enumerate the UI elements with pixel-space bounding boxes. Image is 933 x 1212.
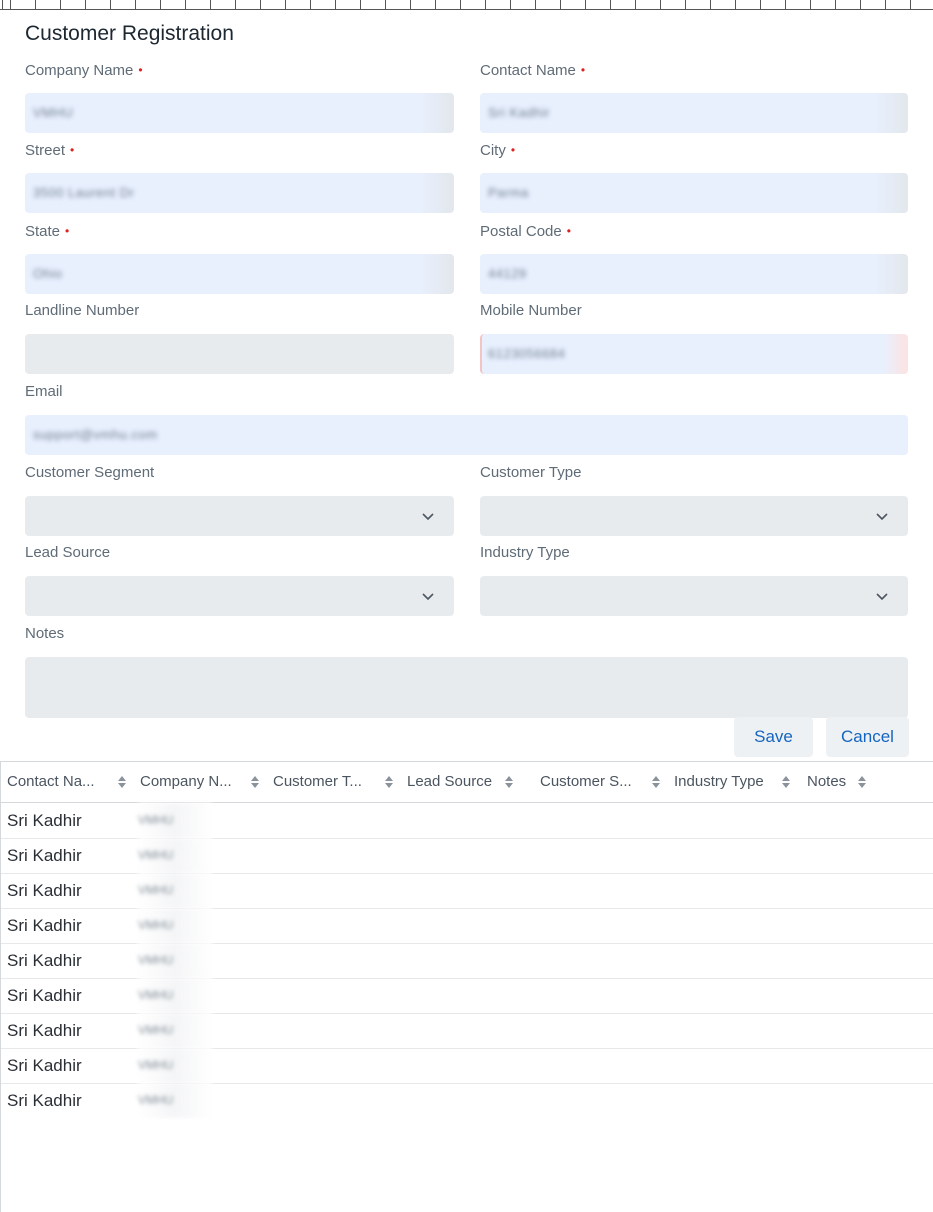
cell-company-name: VMHU: [138, 1048, 212, 1083]
save-button[interactable]: Save: [734, 717, 813, 757]
mobile-number-label: Mobile Number: [480, 302, 582, 319]
column-header-lead-source[interactable]: Lead Source: [407, 762, 532, 802]
cell-company-name: VMHU: [138, 1083, 212, 1118]
sort-icon[interactable]: [651, 774, 661, 790]
company-name-field: Company Name • VMHU: [25, 60, 454, 133]
company-name-input[interactable]: [25, 93, 454, 133]
company-name-label: Company Name: [25, 62, 134, 79]
table-row[interactable]: Sri Kadhir VMHU: [1, 1083, 933, 1118]
cell-contact-name: Sri Kadhir: [7, 916, 82, 935]
table-row[interactable]: Sri Kadhir VMHU: [1, 873, 933, 909]
sort-icon[interactable]: [857, 774, 867, 790]
grid-header: Contact Na... Company N... Customer T...…: [1, 762, 933, 803]
landline-number-label: Landline Number: [25, 302, 140, 319]
contact-name-input[interactable]: [480, 93, 908, 133]
column-header-company-name[interactable]: Company N...: [140, 762, 265, 802]
email-input[interactable]: [25, 415, 908, 455]
table-row[interactable]: Sri Kadhir VMHU: [1, 908, 933, 944]
contact-name-field: Contact Name • Sri Kadhir: [480, 60, 908, 133]
customer-segment-label: Customer Segment: [25, 464, 155, 481]
column-header-industry-type[interactable]: Industry Type: [674, 762, 799, 802]
required-marker: •: [580, 63, 586, 77]
sort-icon[interactable]: [504, 774, 514, 790]
cell-company-name: VMHU: [138, 943, 212, 978]
sort-icon[interactable]: [117, 774, 127, 790]
street-input[interactable]: [25, 173, 454, 213]
required-marker: •: [65, 224, 70, 238]
cancel-button[interactable]: Cancel: [826, 717, 909, 757]
cell-company-name: VMHU: [138, 908, 212, 943]
cell-contact-name: Sri Kadhir: [7, 1091, 82, 1110]
top-ruler: [0, 0, 933, 10]
lead-source-select[interactable]: [25, 576, 454, 616]
lead-source-label: Lead Source: [25, 544, 111, 561]
city-field: City • Parma: [480, 140, 908, 213]
chevron-down-icon: [422, 593, 434, 601]
required-marker: •: [70, 143, 75, 157]
city-input[interactable]: [480, 173, 908, 213]
lead-source-field: Lead Source: [25, 543, 454, 616]
column-header-contact-name[interactable]: Contact Na...: [7, 762, 132, 802]
cell-company-name: VMHU: [138, 803, 212, 838]
customer-type-label: Customer Type: [480, 464, 582, 481]
chevron-down-icon: [876, 593, 888, 601]
required-marker: •: [138, 63, 143, 77]
table-row[interactable]: Sri Kadhir VMHU: [1, 1013, 933, 1049]
cell-company-name: VMHU: [138, 1013, 212, 1048]
cell-company-name: VMHU: [138, 978, 212, 1013]
postal-code-label: Postal Code: [480, 223, 562, 240]
cell-contact-name: Sri Kadhir: [7, 811, 82, 830]
street-field: Street • 3500 Laurent Dr: [25, 140, 454, 213]
table-row[interactable]: Sri Kadhir VMHU: [1, 803, 933, 839]
notes-field: Notes: [25, 624, 908, 718]
industry-type-select[interactable]: [480, 576, 908, 616]
state-label: State: [25, 223, 61, 240]
required-marker: •: [566, 224, 571, 238]
required-marker: •: [510, 143, 516, 157]
cell-contact-name: Sri Kadhir: [7, 1056, 82, 1075]
page-title: Customer Registration: [25, 22, 234, 45]
column-header-notes[interactable]: Notes: [807, 762, 927, 802]
email-field: Email support@vmhu.com: [25, 382, 908, 455]
column-header-customer-type[interactable]: Customer T...: [273, 762, 398, 802]
industry-type-field: Industry Type: [480, 543, 908, 616]
street-label: Street: [25, 142, 66, 159]
column-header-customer-segment[interactable]: Customer S...: [540, 762, 665, 802]
cell-company-name: VMHU: [138, 873, 212, 908]
mobile-number-input[interactable]: [480, 334, 908, 374]
cell-contact-name: Sri Kadhir: [7, 881, 82, 900]
landline-number-field: Landline Number: [25, 301, 454, 374]
notes-label: Notes: [25, 625, 65, 642]
chevron-down-icon: [422, 513, 434, 521]
contact-name-label: Contact Name: [480, 62, 576, 79]
table-row[interactable]: Sri Kadhir VMHU: [1, 838, 933, 874]
industry-type-label: Industry Type: [480, 544, 570, 561]
state-input[interactable]: [25, 254, 454, 294]
cell-contact-name: Sri Kadhir: [7, 1021, 82, 1040]
notes-textarea[interactable]: [25, 657, 908, 718]
postal-code-field: Postal Code • 44129: [480, 221, 908, 294]
customer-type-field: Customer Type: [480, 463, 908, 536]
customer-grid: Contact Na... Company N... Customer T...…: [0, 761, 933, 1212]
table-row[interactable]: Sri Kadhir VMHU: [1, 978, 933, 1014]
table-row[interactable]: Sri Kadhir VMHU: [1, 1048, 933, 1084]
city-label: City: [480, 142, 506, 159]
landline-number-input[interactable]: [25, 334, 454, 374]
email-label: Email: [25, 383, 63, 400]
customer-type-select[interactable]: [480, 496, 908, 536]
cell-contact-name: Sri Kadhir: [7, 986, 82, 1005]
cell-contact-name: Sri Kadhir: [7, 951, 82, 970]
state-field: State • Ohio: [25, 221, 454, 294]
cell-company-name: VMHU: [138, 838, 212, 873]
sort-icon[interactable]: [384, 774, 394, 790]
sort-icon[interactable]: [250, 774, 260, 790]
customer-segment-field: Customer Segment: [25, 463, 454, 536]
postal-code-input[interactable]: [480, 254, 908, 294]
customer-segment-select[interactable]: [25, 496, 454, 536]
table-row[interactable]: Sri Kadhir VMHU: [1, 943, 933, 979]
chevron-down-icon: [876, 513, 888, 521]
mobile-number-field: Mobile Number 6123056684: [480, 301, 908, 374]
sort-icon[interactable]: [781, 774, 791, 790]
cell-contact-name: Sri Kadhir: [7, 846, 82, 865]
